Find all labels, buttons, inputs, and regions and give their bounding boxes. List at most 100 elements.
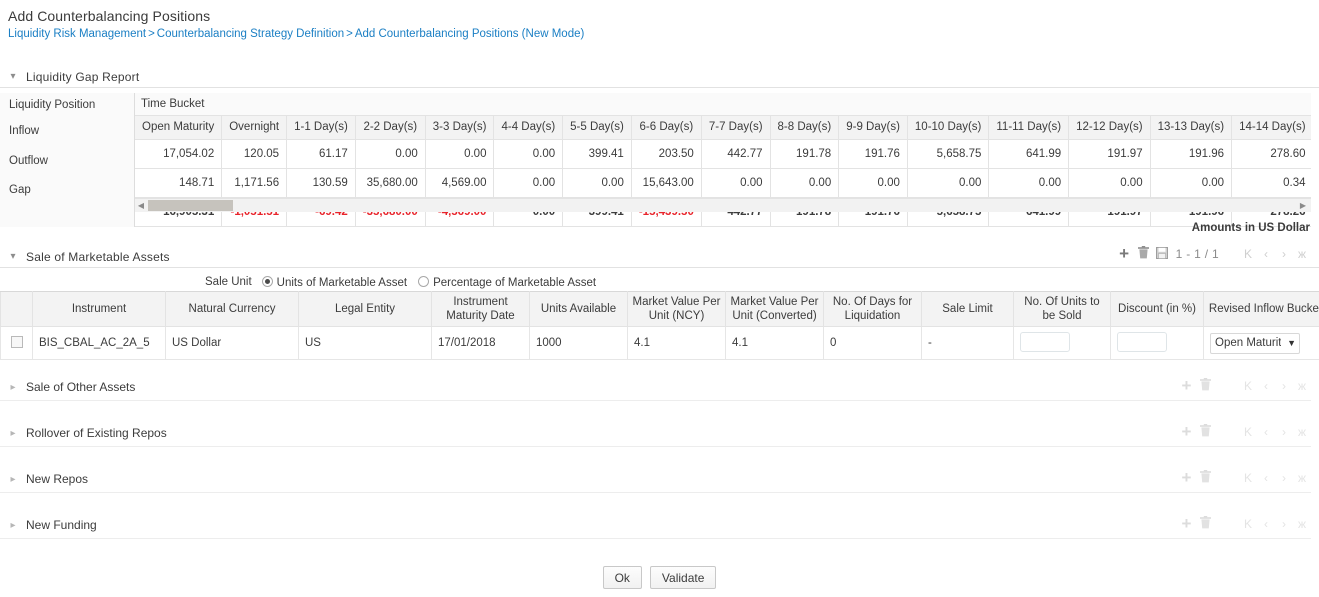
caret-left-icon[interactable]: ◀	[135, 201, 147, 210]
column-header[interactable]: 14-14 Day(s)	[1231, 116, 1311, 140]
column-header[interactable]: Legal Entity	[298, 291, 432, 327]
radio-percentage-of-marketable-asset[interactable]: Percentage of Marketable Asset	[418, 275, 596, 289]
pager-prev[interactable]: ‹	[1257, 379, 1275, 393]
column-header[interactable]: Market Value Per Unit (NCY)	[627, 291, 726, 327]
column-header[interactable]: 12-12 Day(s)	[1068, 116, 1151, 140]
pager-prev[interactable]: ‹	[1257, 517, 1275, 531]
cell-outflow: 148.71	[135, 168, 223, 198]
checkbox-icon[interactable]	[10, 335, 23, 348]
pager-last[interactable]: ж	[1293, 379, 1311, 393]
column-header[interactable]: 7-7 Day(s)	[701, 116, 771, 140]
column-header[interactable]: 8-8 Day(s)	[770, 116, 840, 140]
column-header[interactable]: 5-5 Day(s)	[562, 116, 632, 140]
pager-last[interactable]: ж	[1293, 517, 1311, 531]
pager-last[interactable]: ж	[1293, 247, 1311, 261]
record-count: 1 - 1 / 1	[1175, 246, 1219, 261]
radio-icon[interactable]	[418, 275, 430, 287]
column-header[interactable]: Natural Currency	[165, 291, 299, 327]
radio-icon-selected[interactable]	[261, 275, 273, 287]
breadcrumb-item-3[interactable]: Add Counterbalancing Positions (New Mode…	[355, 28, 584, 40]
column-header[interactable]: Revised Inflow Bucket	[1203, 291, 1319, 327]
pager-next[interactable]: ›	[1275, 247, 1293, 261]
column-header[interactable]: No. Of Days for Liquidation	[823, 291, 922, 327]
revised-inflow-bucket-select[interactable]: Open Maturit ▼	[1210, 332, 1300, 354]
trash-icon[interactable]	[1196, 424, 1215, 439]
validate-button[interactable]: Validate	[649, 566, 717, 589]
column-header[interactable]: Overnight	[221, 116, 288, 140]
pager-first[interactable]: K	[1239, 471, 1257, 485]
column-header[interactable]: 11-11 Day(s)	[988, 116, 1070, 140]
collapsed-section[interactable]: ▸ Rollover of Existing Repos + K ‹ › ж	[0, 421, 1319, 467]
collapsed-section[interactable]: ▸ Sale of Other Assets + K ‹ › ж	[0, 375, 1319, 421]
cell-units-to-be-sold[interactable]	[1013, 326, 1111, 360]
pager-next[interactable]: ›	[1275, 471, 1293, 485]
pager-last[interactable]: ж	[1293, 471, 1311, 485]
column-header[interactable]: 1-1 Day(s)	[286, 116, 356, 140]
column-header[interactable]: Instrument Maturity Date	[431, 291, 530, 327]
column-header[interactable]: Instrument	[32, 291, 166, 327]
column-header[interactable]: 4-4 Day(s)	[493, 116, 564, 140]
chevron-right-icon[interactable]: ▸	[0, 520, 26, 531]
chevron-down-icon[interactable]: ▼	[1287, 338, 1296, 348]
scrollbar-thumb[interactable]	[148, 200, 233, 211]
collapsed-section[interactable]: ▸ New Funding + K ‹ › ж	[0, 513, 1319, 559]
chevron-right-icon[interactable]: ▸	[0, 382, 26, 393]
breadcrumb-item-2[interactable]: Counterbalancing Strategy Definition	[157, 28, 344, 40]
trash-icon[interactable]	[1196, 516, 1215, 531]
cell-discount-pct[interactable]	[1110, 326, 1204, 360]
caret-right-icon[interactable]: ▶	[1297, 201, 1309, 210]
pager-first[interactable]: K	[1239, 379, 1257, 393]
collapsed-section-header[interactable]: ▸ New Funding	[0, 513, 1319, 537]
pager-next[interactable]: ›	[1275, 425, 1293, 439]
liquidity-position-header: Liquidity Position	[0, 93, 134, 116]
pager-prev[interactable]: ‹	[1257, 471, 1275, 485]
trash-icon[interactable]	[1196, 378, 1215, 393]
copy-icon[interactable]	[1153, 246, 1172, 261]
column-header[interactable]: 6-6 Day(s)	[631, 116, 702, 140]
chevron-down-icon[interactable]: ▾	[0, 71, 26, 82]
column-header[interactable]: Sale Limit	[921, 291, 1014, 327]
chevron-right-icon[interactable]: ▸	[0, 428, 26, 439]
units-to-be-sold-input[interactable]	[1020, 331, 1070, 352]
collapsed-section-header[interactable]: ▸ Sale of Other Assets	[0, 375, 1319, 399]
column-header[interactable]: 9-9 Day(s)	[838, 116, 908, 140]
discount-input[interactable]	[1117, 331, 1167, 352]
column-header[interactable]: No. Of Units to be Sold	[1013, 291, 1111, 327]
collapsed-section[interactable]: ▸ New Repos + K ‹ › ж	[0, 467, 1319, 513]
collapsed-section-header[interactable]: ▸ New Repos	[0, 467, 1319, 491]
collapsed-section-header[interactable]: ▸ Rollover of Existing Repos	[0, 421, 1319, 445]
column-header[interactable]: 2-2 Day(s)	[355, 116, 426, 140]
column-header[interactable]: Units Available	[529, 291, 628, 327]
row-select-cell[interactable]	[0, 326, 33, 360]
pager-first[interactable]: K	[1239, 247, 1257, 261]
chevron-right-icon[interactable]: ▸	[0, 474, 26, 485]
chevron-down-icon[interactable]: ▾	[0, 251, 26, 262]
pager-first[interactable]: K	[1239, 517, 1257, 531]
pager-first[interactable]: K	[1239, 425, 1257, 439]
breadcrumb-item-1[interactable]: Liquidity Risk Management	[8, 28, 146, 40]
plus-icon[interactable]: +	[1177, 377, 1196, 394]
column-header[interactable]: Open Maturity	[135, 116, 223, 140]
pager-prev[interactable]: ‹	[1257, 425, 1275, 439]
pager-next[interactable]: ›	[1275, 379, 1293, 393]
plus-icon[interactable]: +	[1177, 423, 1196, 440]
liquidity-gap-horizontal-scrollbar[interactable]: ◀ ▶	[135, 198, 1311, 212]
pager-prev[interactable]: ‹	[1257, 247, 1275, 261]
trash-icon[interactable]	[1134, 246, 1153, 261]
pager-next[interactable]: ›	[1275, 517, 1293, 531]
trash-icon[interactable]	[1196, 470, 1215, 485]
column-header[interactable]: 13-13 Day(s)	[1150, 116, 1233, 140]
pager-last[interactable]: ж	[1293, 425, 1311, 439]
section-header-liquidity-gap-report[interactable]: ▾ Liquidity Gap Report	[0, 66, 1319, 88]
plus-icon[interactable]: +	[1115, 245, 1134, 262]
column-header[interactable]: Discount (in %)	[1110, 291, 1204, 327]
column-header[interactable]: Market Value Per Unit (Converted)	[725, 291, 824, 327]
column-header[interactable]	[0, 291, 33, 327]
column-header[interactable]: 3-3 Day(s)	[425, 116, 495, 140]
cell-revised-inflow-bucket[interactable]: Open Maturit ▼	[1203, 326, 1319, 360]
ok-button[interactable]: Ok	[602, 566, 642, 589]
plus-icon[interactable]: +	[1177, 515, 1196, 532]
plus-icon[interactable]: +	[1177, 469, 1196, 486]
radio-units-of-marketable-asset[interactable]: Units of Marketable Asset	[261, 275, 407, 289]
column-header[interactable]: 10-10 Day(s)	[907, 116, 990, 140]
